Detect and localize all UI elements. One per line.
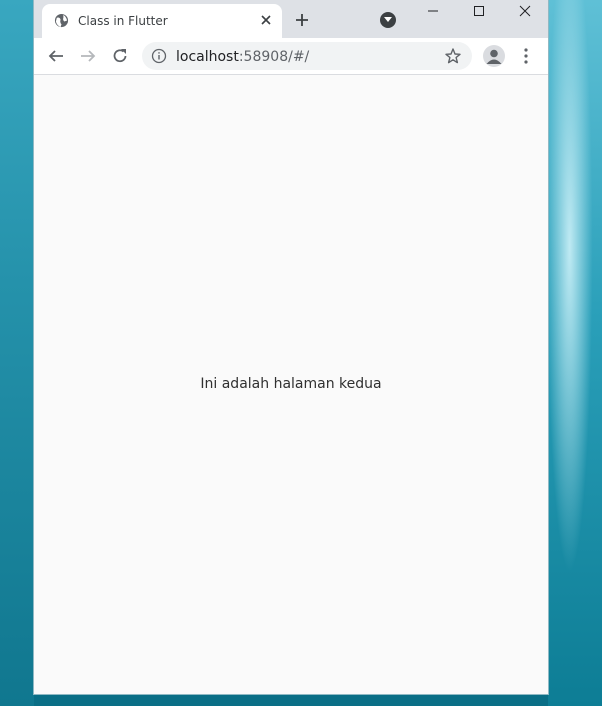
url-host: localhost <box>176 49 239 65</box>
new-tab-plus-icon[interactable] <box>292 10 312 30</box>
browser-window: Class in Flutter localhost:58908/#/ Ini … <box>34 0 548 694</box>
desktop-wallpaper-left <box>0 0 34 706</box>
address-bar[interactable]: localhost:58908/#/ <box>142 42 472 70</box>
info-icon[interactable] <box>151 48 167 64</box>
bookmark-star-icon[interactable] <box>444 47 462 65</box>
page-message: Ini adalah halaman kedua <box>200 376 382 392</box>
globe-icon <box>54 13 69 28</box>
profile-avatar-icon[interactable] <box>483 45 505 67</box>
title-bar: Class in Flutter <box>34 0 548 38</box>
minimize-icon[interactable] <box>410 0 456 22</box>
back-arrow-icon[interactable] <box>44 44 68 68</box>
forward-arrow-icon[interactable] <box>76 44 100 68</box>
close-window-icon[interactable] <box>502 0 548 22</box>
maximize-icon[interactable] <box>456 0 502 22</box>
kebab-menu-icon[interactable] <box>516 46 536 66</box>
tab-title: Class in Flutter <box>78 14 168 28</box>
close-tab-icon[interactable] <box>258 12 274 28</box>
url-path: :58908/#/ <box>238 49 310 65</box>
url-text: localhost:58908/#/ <box>176 49 309 65</box>
page-content: Ini adalah halaman kedua <box>34 75 548 694</box>
tab-search-chevron-down-icon[interactable] <box>380 12 396 28</box>
reload-icon[interactable] <box>108 44 132 68</box>
browser-toolbar: localhost:58908/#/ <box>34 38 548 75</box>
browser-tab[interactable]: Class in Flutter <box>42 4 282 38</box>
desktop-wallpaper-right <box>548 0 602 706</box>
